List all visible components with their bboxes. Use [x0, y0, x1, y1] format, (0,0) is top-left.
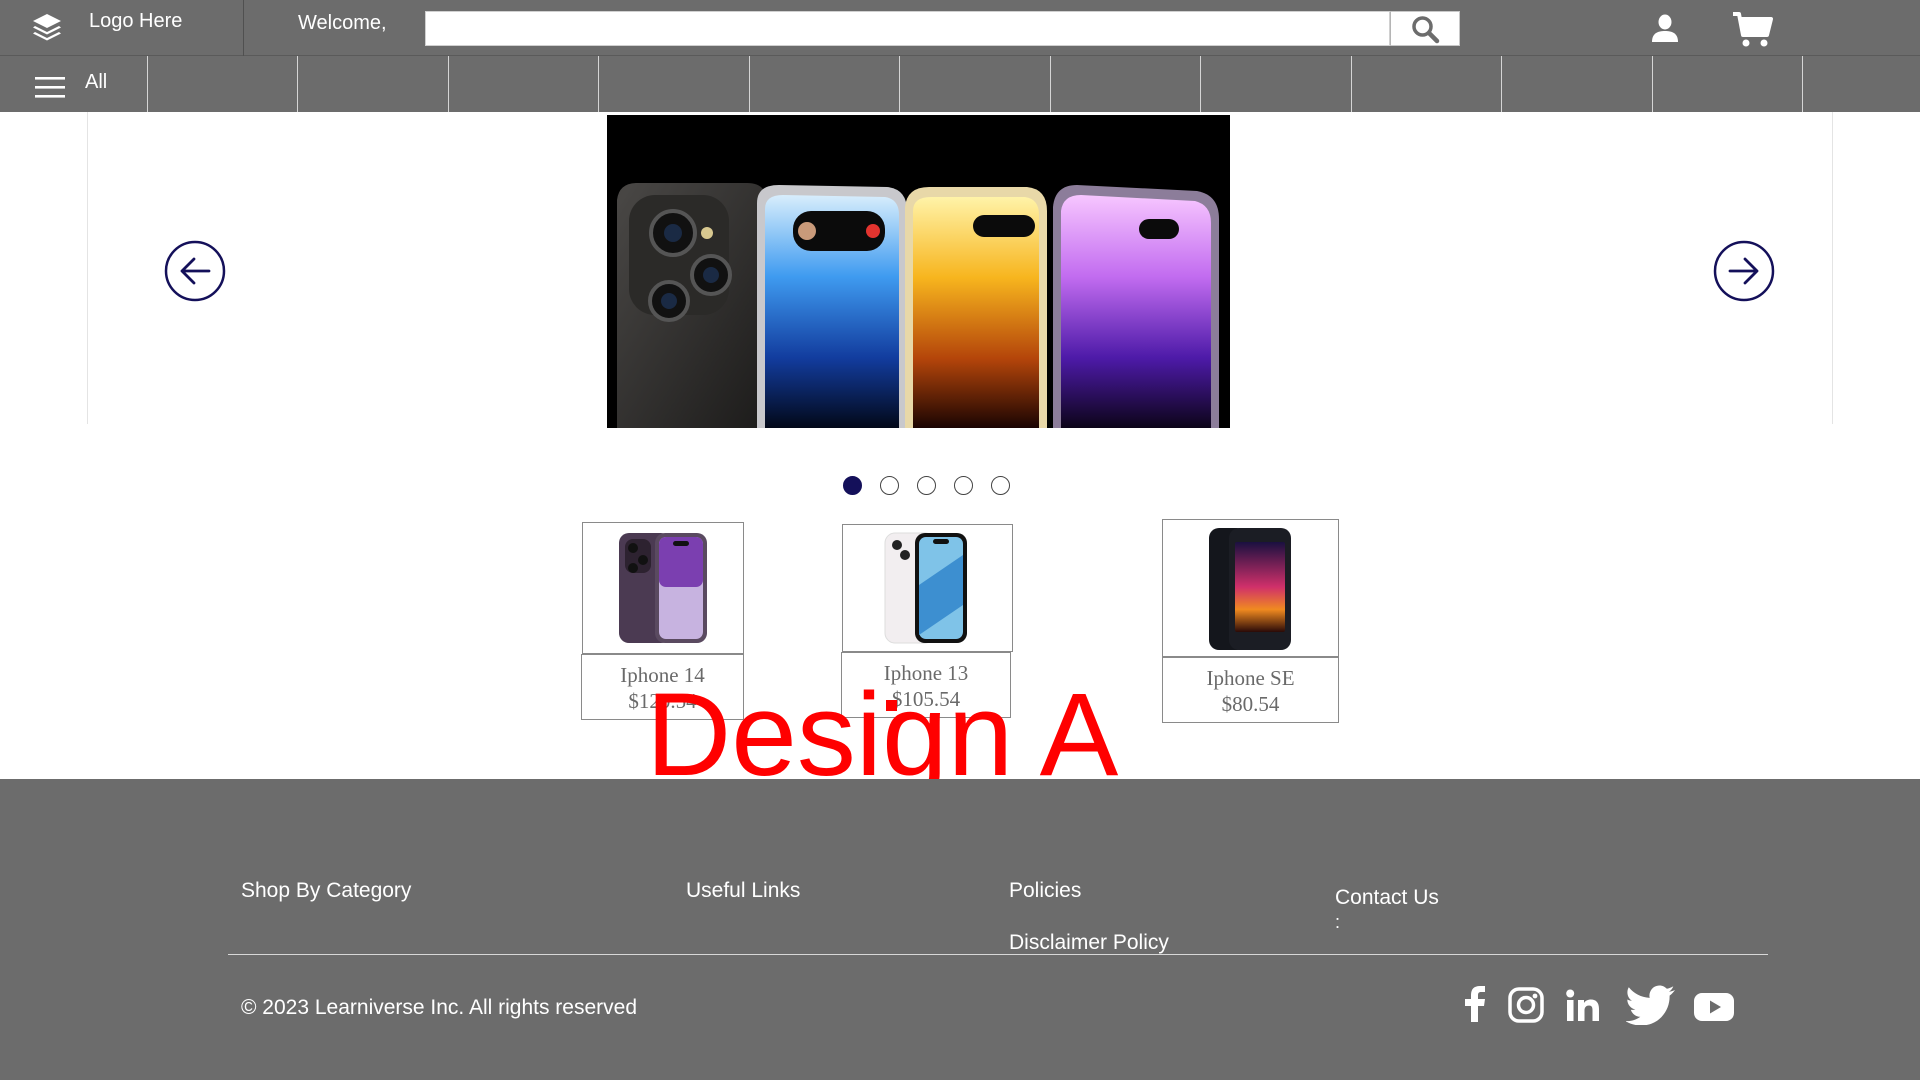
iphone-se-midnight-image — [1209, 528, 1291, 650]
nav-item-6[interactable] — [900, 56, 1051, 112]
search-button[interactable] — [1390, 11, 1460, 46]
category-nav-bar: All — [0, 56, 1920, 112]
footer-heading-useful-links: Useful Links — [686, 879, 801, 902]
iphone-14-pro-purple-image — [619, 533, 707, 643]
hero-banner-image[interactable] — [607, 115, 1230, 428]
youtube-icon[interactable] — [1694, 993, 1734, 1021]
search-icon — [1412, 15, 1440, 43]
copyright-text: © 2023 Learniverse Inc. All rights reser… — [241, 996, 638, 1019]
nav-item-9[interactable] — [1352, 56, 1502, 112]
footer-heading-shop-by-category: Shop By Category — [241, 879, 412, 902]
iphone-13-blue-image — [884, 532, 967, 644]
iphone-lineup-illustration — [607, 115, 1230, 428]
footer-contact-detail: : — [1335, 912, 1341, 932]
nav-all-menu[interactable]: All — [0, 56, 148, 112]
linkedin-icon[interactable] — [1566, 989, 1600, 1021]
footer-heading-policies: Policies — [1009, 879, 1082, 902]
nav-item-7[interactable] — [1051, 56, 1201, 112]
nav-item-8[interactable] — [1201, 56, 1352, 112]
nav-item-5[interactable] — [750, 56, 900, 112]
nav-item-4[interactable] — [599, 56, 750, 112]
layers-icon — [33, 14, 61, 41]
footer-link-disclaimer-policy[interactable]: Disclaimer Policy — [1009, 931, 1169, 955]
footer-heading-contact-us: Contact Us — [1335, 886, 1439, 909]
hamburger-menu-icon — [35, 77, 65, 98]
nav-item-1[interactable] — [148, 56, 298, 112]
nav-item-2[interactable] — [298, 56, 449, 112]
carousel-next-button[interactable] — [1713, 240, 1775, 302]
cart-icon[interactable] — [1731, 11, 1775, 49]
twitter-icon[interactable] — [1626, 985, 1676, 1025]
product-card-image[interactable] — [842, 524, 1013, 652]
product-card-info[interactable]: Iphone SE $80.54 — [1162, 657, 1339, 723]
logo-text: Logo Here — [89, 10, 183, 32]
carousel-dot-3[interactable] — [917, 476, 936, 495]
product-card-image[interactable] — [1162, 519, 1339, 657]
carousel-dots — [843, 476, 1010, 495]
product-name: Iphone SE — [1206, 666, 1295, 690]
site-footer: Shop By Category Useful Links Policies C… — [0, 779, 1920, 1080]
nav-item-11[interactable] — [1653, 56, 1803, 112]
logo-area[interactable]: Logo Here — [0, 0, 244, 56]
carousel-prev-button[interactable] — [164, 240, 226, 302]
carousel-dot-4[interactable] — [954, 476, 973, 495]
product-card-image[interactable] — [582, 522, 744, 654]
search-input[interactable] — [425, 11, 1390, 46]
instagram-icon[interactable] — [1508, 987, 1544, 1023]
nav-item-3[interactable] — [449, 56, 599, 112]
carousel-dot-2[interactable] — [880, 476, 899, 495]
red-marker — [886, 700, 897, 711]
carousel-dot-5[interactable] — [991, 476, 1010, 495]
nav-item-12[interactable] — [1803, 56, 1920, 112]
top-header: Logo Here Welcome, — [0, 0, 1920, 56]
product-price: $80.54 — [1221, 692, 1280, 716]
facebook-icon[interactable] — [1459, 986, 1493, 1022]
carousel-dot-1[interactable] — [843, 476, 862, 495]
nav-item-10[interactable] — [1502, 56, 1653, 112]
user-icon[interactable] — [1650, 14, 1680, 44]
nav-all-label: All — [85, 71, 108, 93]
design-label-overlay: Design A — [646, 669, 1119, 801]
footer-divider — [228, 954, 1768, 955]
welcome-text: Welcome, — [298, 12, 387, 34]
